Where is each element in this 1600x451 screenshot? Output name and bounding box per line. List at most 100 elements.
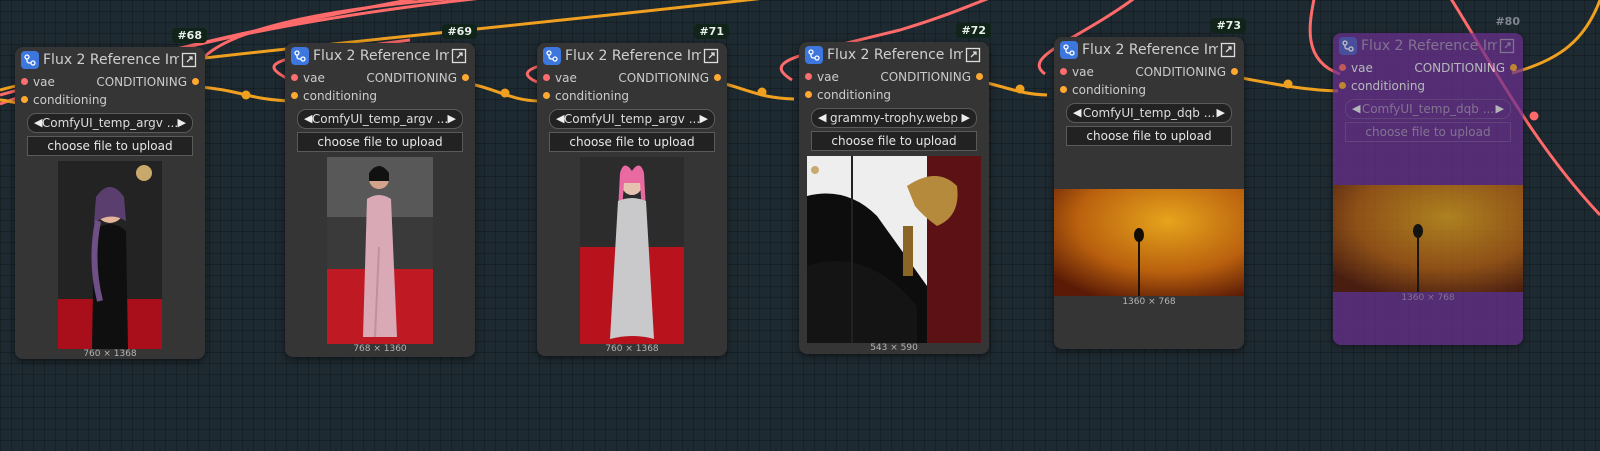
upload-button[interactable]: choose file to upload: [1345, 122, 1511, 142]
vae-input-dot[interactable]: [291, 74, 298, 81]
image-select[interactable]: ◀ ComfyUI_temp_argv ... ▶: [27, 113, 193, 133]
vae-slot-row[interactable]: vae CONDITIONING: [1333, 59, 1523, 77]
prev-arrow-icon[interactable]: ◀: [556, 110, 564, 128]
image-select[interactable]: ◀ grammy-trophy.webp ▶: [811, 108, 977, 128]
prev-arrow-icon[interactable]: ◀: [1352, 100, 1360, 118]
node-title-bar[interactable]: Flux 2 Reference Ima...: [1333, 33, 1523, 59]
vae-input-label: vae: [817, 70, 839, 84]
flow-icon: [1339, 37, 1357, 55]
prev-arrow-icon[interactable]: ◀: [818, 109, 826, 127]
expand-icon[interactable]: [1220, 42, 1236, 58]
conditioning-slot-row[interactable]: conditioning: [285, 87, 475, 105]
next-arrow-icon[interactable]: ▶: [962, 109, 970, 127]
node-title: Flux 2 Reference Ima...: [565, 48, 701, 64]
node-id-badge: #69: [442, 24, 477, 39]
upload-button[interactable]: choose file to upload: [1066, 126, 1232, 146]
expand-icon[interactable]: [451, 48, 467, 64]
image-size-label: 760 × 1368: [605, 344, 659, 354]
conditioning-output-dot[interactable]: [976, 73, 983, 80]
next-arrow-icon[interactable]: ▶: [178, 114, 186, 132]
node-73[interactable]: #73 Flux 2 Reference Ima... vae CONDITIO…: [1054, 18, 1246, 349]
node-71[interactable]: #71 Flux 2 Reference Ima... vae CONDITIO…: [537, 24, 729, 356]
node-title: Flux 2 Reference Ima...: [313, 48, 449, 64]
vae-slot-row[interactable]: vae CONDITIONING: [285, 69, 475, 87]
vae-input-label: vae: [303, 71, 325, 85]
upload-button[interactable]: choose file to upload: [297, 132, 463, 152]
vae-input-dot[interactable]: [1060, 68, 1067, 75]
vae-input-label: vae: [33, 75, 55, 89]
conditioning-slot-row[interactable]: conditioning: [537, 87, 727, 105]
image-select[interactable]: ◀ ComfyUI_temp_argv ... ▶: [297, 109, 463, 129]
conditioning-input-label: conditioning: [33, 93, 108, 107]
node-72[interactable]: #72 Flux 2 Reference Ima... vae CONDITIO…: [799, 23, 991, 354]
conditioning-slot-row[interactable]: conditioning: [799, 86, 989, 104]
conditioning-output-label: CONDITIONING: [880, 70, 971, 84]
conditioning-input-label: conditioning: [817, 88, 892, 102]
node-title-bar[interactable]: Flux 2 Reference Ima...: [799, 42, 989, 68]
node-title: Flux 2 Reference Ima...: [1082, 42, 1218, 58]
vae-input-dot[interactable]: [21, 78, 28, 85]
expand-icon[interactable]: [1499, 38, 1515, 54]
upload-button[interactable]: choose file to upload: [811, 131, 977, 151]
node-title-bar[interactable]: Flux 2 Reference Ima...: [537, 43, 727, 69]
conditioning-output-dot[interactable]: [192, 78, 199, 85]
vae-slot-row[interactable]: vae CONDITIONING: [799, 68, 989, 86]
node-title-bar[interactable]: Flux 2 Reference Ima...: [285, 43, 475, 69]
image-select-value: grammy-trophy.webp: [829, 111, 959, 125]
node-68[interactable]: #68 Flux 2 Reference Ima... vae CONDITIO…: [15, 28, 207, 359]
conditioning-slot-row[interactable]: conditioning: [15, 91, 205, 109]
expand-icon[interactable]: [965, 47, 981, 63]
next-arrow-icon[interactable]: ▶: [1496, 100, 1504, 118]
image-size-label: 543 × 590: [870, 343, 918, 353]
conditioning-input-dot[interactable]: [543, 92, 550, 99]
conditioning-output-dot[interactable]: [462, 74, 469, 81]
image-select-value: ComfyUI_temp_argv ...: [311, 112, 449, 126]
node-title: Flux 2 Reference Ima...: [43, 52, 179, 68]
conditioning-input-label: conditioning: [303, 89, 378, 103]
next-arrow-icon[interactable]: ▶: [448, 110, 456, 128]
conditioning-input-dot[interactable]: [291, 92, 298, 99]
conditioning-slot-row[interactable]: conditioning: [1333, 77, 1523, 95]
image-select-value: ComfyUI_temp_argv ...: [563, 112, 701, 126]
node-title-bar[interactable]: Flux 2 Reference Ima...: [15, 47, 205, 73]
conditioning-slot-row[interactable]: conditioning: [1054, 81, 1244, 99]
conditioning-output-label: CONDITIONING: [1414, 61, 1505, 75]
conditioning-output-dot[interactable]: [714, 74, 721, 81]
vae-input-dot[interactable]: [1339, 64, 1346, 71]
upload-button[interactable]: choose file to upload: [549, 132, 715, 152]
prev-arrow-icon[interactable]: ◀: [304, 110, 312, 128]
prev-arrow-icon[interactable]: ◀: [1073, 104, 1081, 122]
vae-slot-row[interactable]: vae CONDITIONING: [537, 69, 727, 87]
vae-input-dot[interactable]: [805, 73, 812, 80]
image-select[interactable]: ◀ ComfyUI_temp_dqb ... ▶: [1066, 103, 1232, 123]
node-id-badge: #71: [694, 24, 729, 39]
expand-icon[interactable]: [703, 48, 719, 64]
conditioning-input-dot[interactable]: [1339, 82, 1346, 89]
conditioning-output-dot[interactable]: [1510, 64, 1517, 71]
conditioning-output-dot[interactable]: [1231, 68, 1238, 75]
node-69[interactable]: #69 Flux 2 Reference Ima... vae CONDITIO…: [285, 24, 477, 357]
expand-icon[interactable]: [181, 52, 197, 68]
image-preview: [1054, 189, 1244, 296]
vae-slot-row[interactable]: vae CONDITIONING: [15, 73, 205, 91]
vae-input-label: vae: [1351, 61, 1373, 75]
upload-button[interactable]: choose file to upload: [27, 136, 193, 156]
conditioning-input-dot[interactable]: [805, 91, 812, 98]
image-select[interactable]: ◀ ComfyUI_temp_dqb ... ▶: [1345, 99, 1511, 119]
conditioning-input-dot[interactable]: [21, 96, 28, 103]
conditioning-input-dot[interactable]: [1060, 86, 1067, 93]
image-preview: [327, 157, 433, 344]
node-80[interactable]: #80 Flux 2 Reference Ima... vae CONDITIO…: [1333, 15, 1523, 345]
node-title-bar[interactable]: Flux 2 Reference Ima...: [1054, 37, 1244, 63]
prev-arrow-icon[interactable]: ◀: [34, 114, 42, 132]
image-size-label: 768 × 1360: [353, 344, 407, 354]
vae-input-dot[interactable]: [543, 74, 550, 81]
vae-slot-row[interactable]: vae CONDITIONING: [1054, 63, 1244, 81]
vae-input-label: vae: [1072, 65, 1094, 79]
conditioning-output-label: CONDITIONING: [618, 71, 709, 85]
node-id-badge: #73: [1211, 18, 1246, 33]
next-arrow-icon[interactable]: ▶: [1217, 104, 1225, 122]
next-arrow-icon[interactable]: ▶: [700, 110, 708, 128]
image-select[interactable]: ◀ ComfyUI_temp_argv ... ▶: [549, 109, 715, 129]
image-preview: [580, 157, 684, 344]
